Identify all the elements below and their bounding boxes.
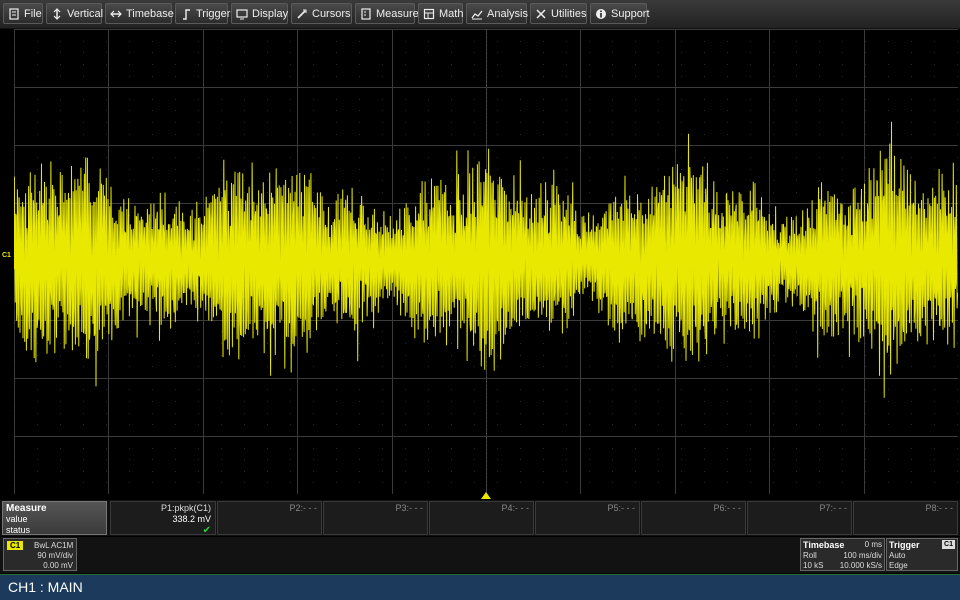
support-icon <box>596 8 606 19</box>
measure-header[interactable]: Measure value status <box>2 501 107 535</box>
math-icon <box>423 8 435 19</box>
timebase-delay: 0 ms <box>864 540 882 549</box>
param-label: P2:- - - <box>289 503 317 513</box>
measure-param-p4[interactable]: P4:- - - <box>429 501 534 535</box>
menu-cursors-button[interactable]: Cursors <box>291 3 352 24</box>
analysis-icon <box>471 10 483 19</box>
measure-param-p3[interactable]: P3:- - - <box>323 501 428 535</box>
menu-vertical-label: Vertical <box>67 7 104 20</box>
timebase-samples: 10 kS <box>803 561 824 570</box>
c1-badge: C1 <box>7 541 24 550</box>
menu-support-button[interactable]: Support <box>590 3 650 24</box>
c1-ground-marker[interactable]: C1 <box>2 252 11 259</box>
param-label: P8:- - - <box>925 503 953 513</box>
param-label: P1:pkpk(C1) <box>160 503 211 513</box>
measure-icon <box>361 7 371 20</box>
menu-trigger-button[interactable]: Trigger <box>175 3 231 24</box>
c1-offset: 0.00 mV <box>43 561 73 570</box>
param-label: P6:- - - <box>713 503 741 513</box>
menu-analysis-button[interactable]: Analysis <box>466 3 528 24</box>
menu-display-label: Display <box>252 7 289 20</box>
menu-bar: File Vertical Timebase Trigger Display C… <box>0 0 960 29</box>
menu-measure-label: Measure <box>376 7 419 20</box>
menu-utilities-label: Utilities <box>551 7 587 20</box>
menu-analysis-label: Analysis <box>487 7 528 20</box>
vertical-icon <box>53 7 61 20</box>
measure-row-status-label: status <box>6 525 31 535</box>
trigger-icon <box>183 8 190 20</box>
status-bar: CH1 : MAIN <box>0 574 960 600</box>
trigger-source-badge: C1 <box>942 540 955 549</box>
measure-row-value-label: value <box>6 514 28 524</box>
c1-trace <box>14 121 958 398</box>
timebase-mode: Roll <box>803 551 817 560</box>
timebase-scale: 100 ms/div <box>843 551 882 560</box>
utilities-icon <box>536 8 546 19</box>
param-label: P3:- - - <box>395 503 423 513</box>
menu-utilities-button[interactable]: Utilities <box>530 3 587 24</box>
menu-support-label: Support <box>611 7 650 20</box>
measure-title: Measure <box>6 503 47 514</box>
c1-descriptor[interactable]: C1 BwL AC1M 90 mV/div 0.00 mV <box>3 538 77 571</box>
menu-vertical-button[interactable]: Vertical <box>46 3 104 24</box>
timebase-icon <box>110 10 122 17</box>
menu-math-button[interactable]: Math <box>418 3 463 24</box>
measure-param-p6[interactable]: P6:- - - <box>641 501 746 535</box>
measure-param-p8[interactable]: P8:- - - <box>853 501 958 535</box>
trigger-mode: Auto <box>889 551 906 560</box>
param-label: P7:- - - <box>819 503 847 513</box>
measure-param-p2[interactable]: P2:- - - <box>217 501 322 535</box>
timebase-descriptor[interactable]: Timebase 0 ms Roll 100 ms/div 10 kS 10.0… <box>800 538 885 571</box>
timebase-rate: 10.000 kS/s <box>839 561 882 570</box>
display-icon <box>236 8 248 19</box>
param-label: P4:- - - <box>501 503 529 513</box>
menu-display-button[interactable]: Display <box>231 3 288 24</box>
trigger-descriptor[interactable]: Trigger C1 Auto Edge <box>886 538 958 571</box>
c1-coupling: BwL AC1M <box>34 541 74 550</box>
menu-measure-button[interactable]: Measure <box>355 3 419 24</box>
menu-file-label: File <box>24 7 42 20</box>
waveform-display[interactable] <box>14 29 958 494</box>
c1-waveform <box>14 121 958 398</box>
measure-param-p7[interactable]: P7:- - - <box>747 501 852 535</box>
descriptor-bar: C1 BwL AC1M 90 mV/div 0.00 mV Timebase 0… <box>0 537 960 573</box>
menu-math-label: Math <box>439 7 464 20</box>
trigger-position-marker[interactable] <box>481 492 491 499</box>
measure-param-p1[interactable]: P1:pkpk(C1) 338.2 mV ✔ <box>110 501 216 536</box>
menu-timebase-label: Timebase <box>126 7 174 20</box>
menu-timebase-button[interactable]: Timebase <box>105 3 174 24</box>
c1-scale: 90 mV/div <box>37 551 73 560</box>
param-value: 338.2 mV <box>172 514 211 524</box>
trigger-title: Trigger <box>889 540 920 550</box>
timebase-title: Timebase <box>803 540 845 550</box>
measure-param-p5[interactable]: P5:- - - <box>535 501 640 535</box>
param-status-check-icon: ✔ <box>202 525 211 536</box>
menu-trigger-label: Trigger <box>196 7 231 20</box>
menu-file-button[interactable]: File <box>3 3 43 24</box>
measure-table: Measure value status P1:pkpk(C1) 338.2 m… <box>0 500 960 536</box>
cursors-icon <box>297 9 307 19</box>
menu-cursors-label: Cursors <box>312 7 351 20</box>
trigger-type: Edge <box>889 561 908 570</box>
param-label: P5:- - - <box>607 503 635 513</box>
file-icon <box>9 7 19 20</box>
